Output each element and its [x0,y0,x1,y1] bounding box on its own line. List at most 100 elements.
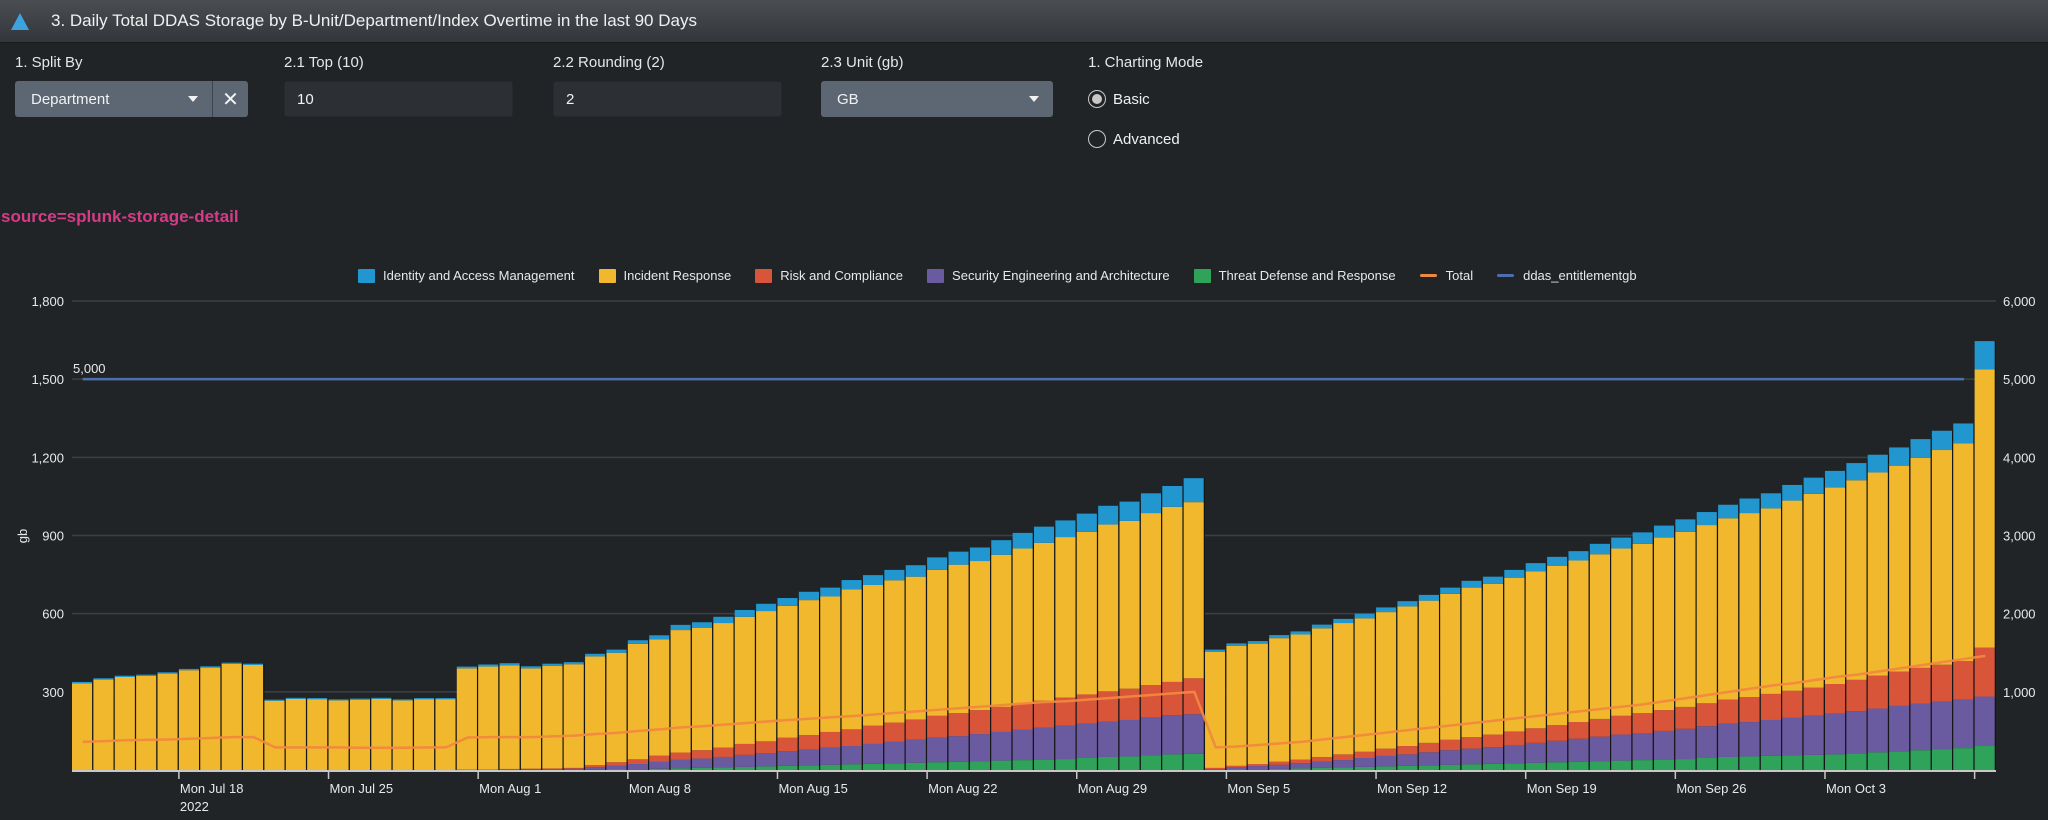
bar-segment [713,616,734,624]
bar-segment [1910,703,1931,751]
bar-segment [178,670,200,770]
bar-segment [1846,753,1867,770]
bar-segment [1568,551,1589,561]
bar-segment [691,758,713,768]
bar-segment [1525,742,1546,763]
bar-segment [1589,543,1610,555]
bar-segment [1782,717,1803,756]
y-tick-label: 1,200 [31,450,64,465]
bar-segment [1931,430,1953,451]
bar-segment [862,575,884,586]
bar-segment [542,663,563,666]
bar-segment [1525,762,1546,770]
x-tick-label: Mon Sep 12 [1377,781,1447,796]
x-tick-label: Mon Jul 25 [330,781,394,796]
bar-segment [200,667,221,770]
bar-segment [862,585,884,726]
bar-segment [1461,587,1482,738]
bar-segment [499,663,520,666]
bar-segment [1889,705,1910,752]
bar-segment [1953,423,1974,444]
bar-segment [1269,761,1290,765]
bar-segment [136,675,157,770]
bar-segment [691,627,713,751]
bar-segment [927,569,948,716]
bar-segment [991,554,1012,707]
bar-segment [1525,728,1546,743]
bar-segment [563,662,584,665]
bar-segment [136,674,157,676]
bar-segment [969,561,991,711]
bar-segment [734,754,755,767]
bar-segment [734,743,755,755]
bar-segment [1910,439,1931,458]
bar-segment [157,673,178,770]
bar-segment [200,666,221,668]
bar-segment [1226,643,1247,646]
bar-segment [1205,768,1226,770]
bar-segment [841,764,862,770]
bar-segment [927,737,948,763]
bar-segment [93,679,114,770]
bar-segment [1782,500,1803,691]
bar-segment [1397,754,1418,766]
bar-segment [1739,756,1760,770]
bar-segment [948,761,969,770]
bar-segment [691,750,713,759]
bar-segment [114,675,135,677]
bar-segment [1889,751,1910,770]
bar-segment [1290,759,1311,764]
bar-segment [1953,699,1974,749]
bar-segment [1269,764,1290,769]
bar-segment [884,569,905,581]
bar-segment [114,676,135,770]
bar-segment [1824,754,1846,770]
bar-segment [862,763,884,770]
bar-segment [349,699,371,770]
bar-segment [884,580,905,723]
bar-segment [1055,537,1076,698]
bar-segment [756,603,777,612]
bar-segment [820,731,841,748]
bar-segment [1953,661,1974,700]
bar-segment [1568,722,1589,739]
bar-segment [1205,649,1226,652]
y-tick-label: 1,500 [31,372,64,387]
bar-segment [1440,739,1461,751]
bar-segment [1803,754,1824,770]
x-tick-label: Mon Aug 29 [1078,781,1147,796]
bar-segment [991,731,1012,761]
y-tick-label: 1,800 [31,294,64,309]
bar-segment [1632,760,1653,770]
bar-segment [328,700,349,770]
bar-segment [542,665,563,769]
bar-segment [328,699,349,701]
bar-segment [627,759,648,765]
bar-segment [649,768,670,770]
bar-segment [520,668,542,769]
y2-tick-label: 4,000 [2003,450,2036,465]
bar-segment [1119,756,1140,770]
bar-segment [1589,554,1610,719]
bar-segment [1760,755,1782,770]
bar-segment [1418,765,1439,770]
bar-segment [734,766,755,770]
bar-segment [520,769,542,770]
x-tick-label: Mon Sep 26 [1676,781,1746,796]
bar-segment [1889,465,1910,672]
bar-segment [1632,713,1653,734]
bar-segment [862,743,884,764]
bar-segment [1910,750,1931,770]
bar-segment [1611,715,1632,735]
bar-segment [1226,767,1247,770]
bar-segment [1461,737,1482,749]
bar-segment [1504,569,1525,578]
bar-segment [456,668,477,770]
bar-segment [478,664,499,667]
bar-segment [991,706,1012,732]
bar-segment [1354,618,1375,752]
bar-segment [1418,752,1439,766]
bar-segment [1547,556,1568,566]
bar-segment [670,759,691,769]
bar-segment [1653,710,1675,731]
